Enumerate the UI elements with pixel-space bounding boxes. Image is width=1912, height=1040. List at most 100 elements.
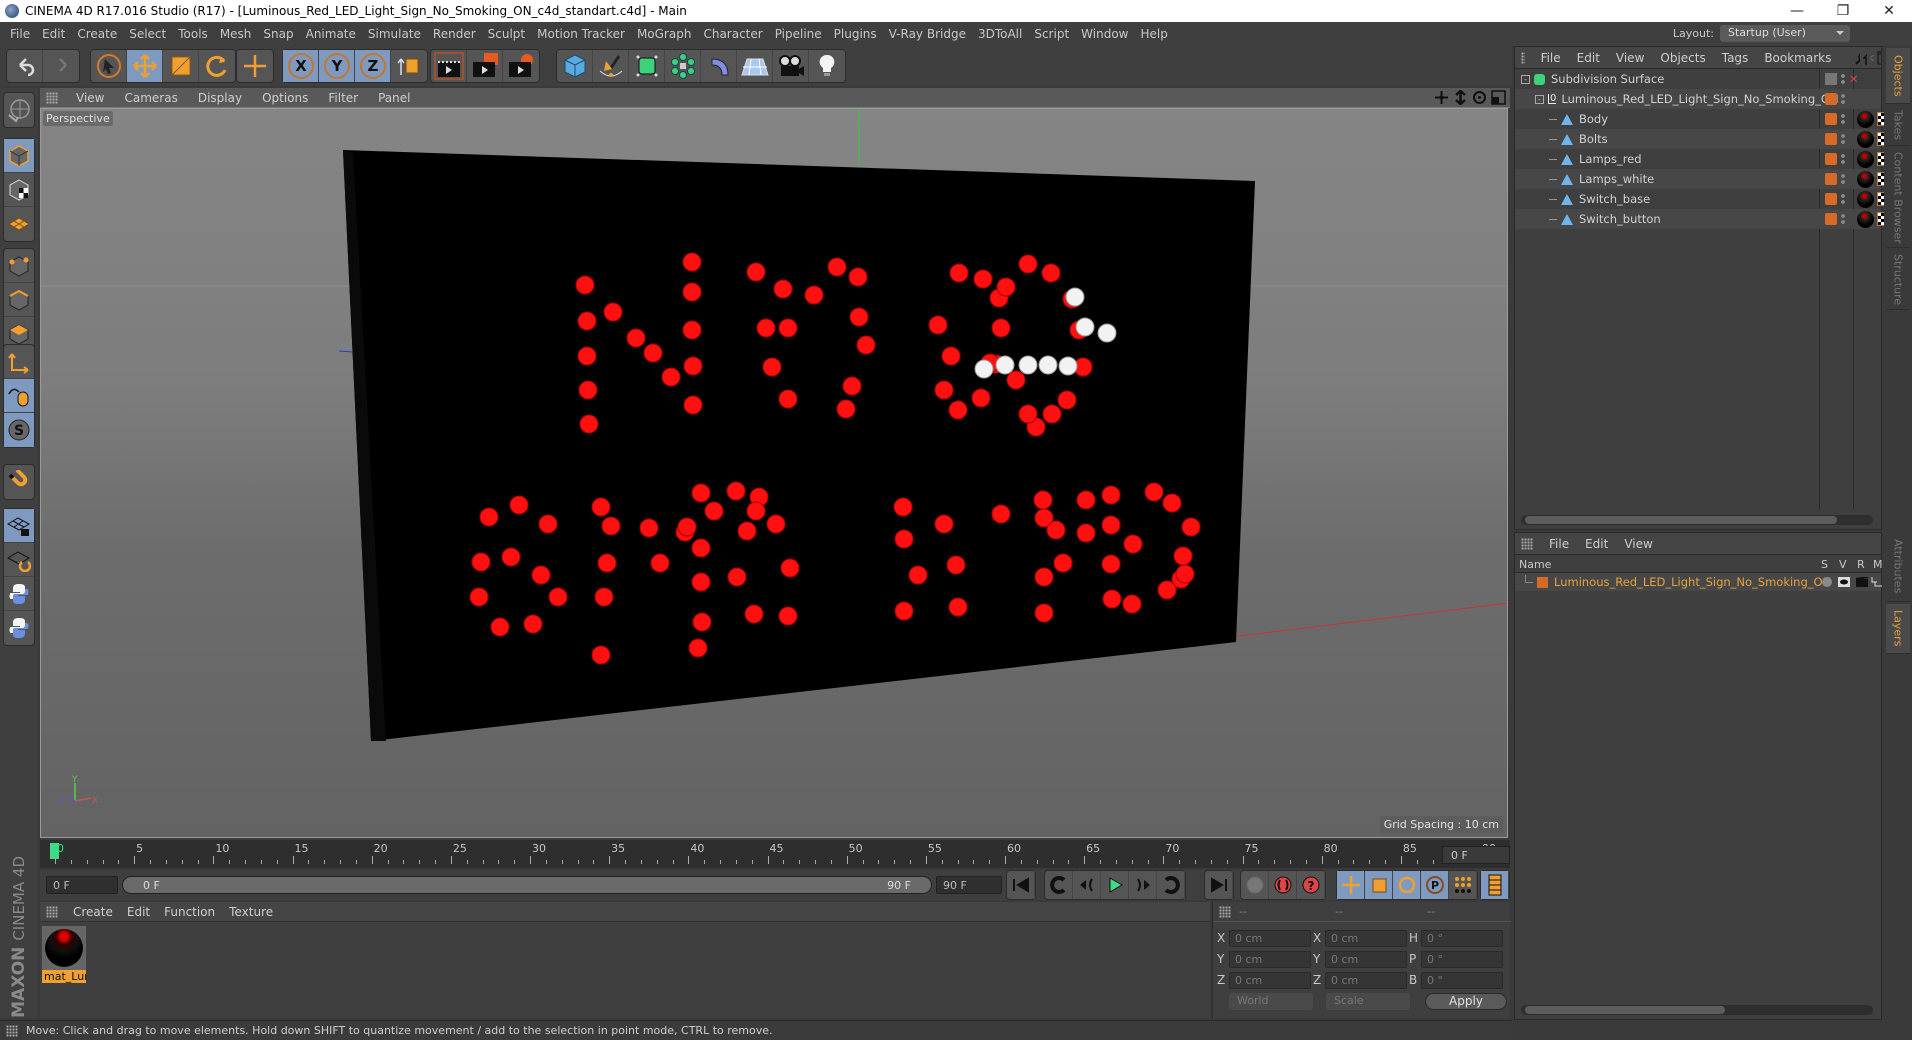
rotate-view-icon[interactable] — [1472, 90, 1487, 105]
timeline-button[interactable] — [1481, 871, 1509, 899]
visibility-dots-icon[interactable] — [1841, 153, 1845, 165]
edges-mode-button[interactable] — [4, 283, 34, 317]
model-mode-button[interactable] — [4, 139, 34, 173]
menu-snap[interactable]: Snap — [257, 27, 299, 41]
render-picture-viewer-button[interactable] — [467, 50, 503, 82]
layer-menu-edit[interactable]: Edit — [1577, 537, 1616, 551]
object-name[interactable]: Subdivision Surface — [1551, 72, 1664, 86]
new-window-icon[interactable] — [1877, 51, 1881, 65]
layer-color-swatch[interactable] — [1537, 576, 1548, 588]
scrollbar-thumb[interactable] — [1525, 1006, 1725, 1014]
viewport-menu-filter[interactable]: Filter — [318, 91, 368, 105]
col-manager[interactable]: M — [1873, 558, 1883, 571]
layer-tag-icon[interactable] — [1825, 73, 1837, 85]
menu-sculpt[interactable]: Sculpt — [482, 27, 531, 41]
material-menu-edit[interactable]: Edit — [120, 905, 157, 919]
coord-pos-field[interactable]: 0 cm — [1229, 972, 1311, 989]
object-name[interactable]: Body — [1579, 112, 1608, 126]
workplane-button[interactable] — [4, 207, 34, 241]
y-axis-button[interactable]: Y — [319, 50, 355, 82]
viewport-menu-cameras[interactable]: Cameras — [114, 91, 187, 105]
subdivision-button[interactable] — [629, 50, 665, 82]
next-key-button[interactable] — [1157, 871, 1185, 899]
x-axis-button[interactable]: X — [283, 50, 319, 82]
visibility-dots-icon[interactable] — [1841, 73, 1845, 85]
layer-color-icon[interactable] — [1825, 93, 1837, 105]
tab-layers[interactable]: Layers — [1886, 604, 1910, 654]
panel-grip-icon[interactable] — [1219, 905, 1231, 918]
object-row[interactable]: Lamps_red — [1515, 149, 1889, 169]
menu-3dtoall[interactable]: 3DToAll — [972, 27, 1028, 41]
frame-range-slider[interactable]: 0 F 90 F — [122, 876, 932, 894]
object-name[interactable]: Switch_button — [1579, 212, 1661, 226]
sign-body[interactable] — [343, 150, 1255, 741]
texture-mode-button[interactable] — [4, 173, 34, 207]
object-row[interactable]: Switch_base — [1515, 189, 1889, 209]
expand-toggle-icon[interactable]: - — [1535, 94, 1544, 104]
zoom-view-icon[interactable] — [1453, 90, 1468, 105]
minimize-button[interactable]: — — [1774, 0, 1820, 22]
current-frame-field[interactable]: 0 F — [1442, 846, 1510, 864]
object-name[interactable]: Bolts — [1579, 132, 1608, 146]
menu-mesh[interactable]: Mesh — [214, 27, 258, 41]
coord-rot-field[interactable]: 0 ° — [1421, 951, 1503, 968]
visibility-dots-icon[interactable] — [1841, 173, 1845, 185]
workplane-lock-button[interactable] — [4, 509, 34, 543]
z-axis-button[interactable]: Z — [355, 50, 391, 82]
object-menu-file[interactable]: File — [1533, 51, 1569, 65]
solo-button[interactable]: S — [4, 413, 34, 447]
camera-label[interactable]: Perspective — [43, 111, 113, 126]
rotate-tool-button[interactable] — [199, 50, 235, 82]
coord-rot-field[interactable]: 0 ° — [1421, 930, 1503, 947]
menu-animate[interactable]: Animate — [300, 27, 362, 41]
layer-solo-toggle[interactable] — [1822, 577, 1832, 587]
layer-render-clapper-icon[interactable] — [1856, 577, 1868, 587]
layout-dropdown[interactable]: Startup (User) — [1720, 25, 1850, 42]
end-frame-field[interactable]: 90 F — [936, 876, 1002, 894]
restore-button[interactable]: ❐ — [1820, 0, 1866, 22]
object-name[interactable]: Luminous_Red_LED_Light_Sign_No_Smoking_O… — [1561, 92, 1838, 106]
playhead[interactable] — [50, 843, 59, 859]
size-mode-dropdown[interactable]: Scale — [1326, 993, 1410, 1010]
object-name[interactable]: Lamps_red — [1579, 152, 1642, 166]
key-param-button[interactable]: P — [1421, 871, 1449, 899]
menu-character[interactable]: Character — [697, 27, 768, 41]
tweak-button[interactable] — [4, 379, 34, 413]
coord-pos-field[interactable]: 0 cm — [1229, 951, 1311, 968]
layer-color-icon[interactable] — [1825, 133, 1837, 145]
layer-horizontal-scrollbar[interactable] — [1521, 1005, 1873, 1015]
object-row[interactable]: Body — [1515, 109, 1889, 129]
undo-button[interactable] — [7, 50, 43, 82]
viewport-3d[interactable]: Perspective Grid Spacing : 10 cm Y X Z — [40, 108, 1508, 838]
panel-grip-icon[interactable] — [46, 905, 58, 918]
menu-create[interactable]: Create — [71, 27, 123, 41]
object-row[interactable]: - Subdivision Surface ✕ — [1515, 69, 1881, 89]
visibility-dots-icon[interactable] — [1841, 113, 1845, 125]
menu-file[interactable]: File — [4, 27, 36, 41]
coordinate-mode-dropdown[interactable]: World — [1229, 993, 1313, 1010]
visibility-dots-icon[interactable] — [1841, 93, 1845, 105]
coord-size-field[interactable]: 0 cm — [1325, 930, 1407, 947]
prev-key-button[interactable] — [1045, 871, 1073, 899]
python-button-2[interactable] — [4, 611, 34, 645]
redo-button[interactable] — [43, 50, 79, 82]
scrollbar-thumb[interactable] — [1525, 516, 1837, 524]
coord-size-field[interactable]: 0 cm — [1325, 951, 1407, 968]
object-menu-objects[interactable]: Objects — [1652, 51, 1713, 65]
material-menu-function[interactable]: Function — [157, 905, 222, 919]
points-mode-button[interactable] — [4, 249, 34, 283]
col-name[interactable]: Name — [1519, 558, 1551, 571]
coord-size-field[interactable]: 0 cm — [1325, 972, 1407, 989]
visibility-dots-icon[interactable] — [1841, 213, 1845, 225]
visibility-dots-icon[interactable] — [1841, 133, 1845, 145]
home-icon[interactable] — [1862, 51, 1867, 65]
object-menu-tags[interactable]: Tags — [1714, 51, 1757, 65]
object-menu-edit[interactable]: Edit — [1569, 51, 1608, 65]
play-button[interactable] — [1101, 871, 1129, 899]
object-menu-bookmarks[interactable]: Bookmarks — [1756, 51, 1839, 65]
autokey-button[interactable] — [1269, 871, 1297, 899]
panel-grip-icon[interactable] — [46, 91, 58, 104]
menu-tools[interactable]: Tools — [172, 27, 214, 41]
expand-toggle-icon[interactable]: - — [1521, 74, 1530, 84]
pen-button[interactable] — [593, 50, 629, 82]
